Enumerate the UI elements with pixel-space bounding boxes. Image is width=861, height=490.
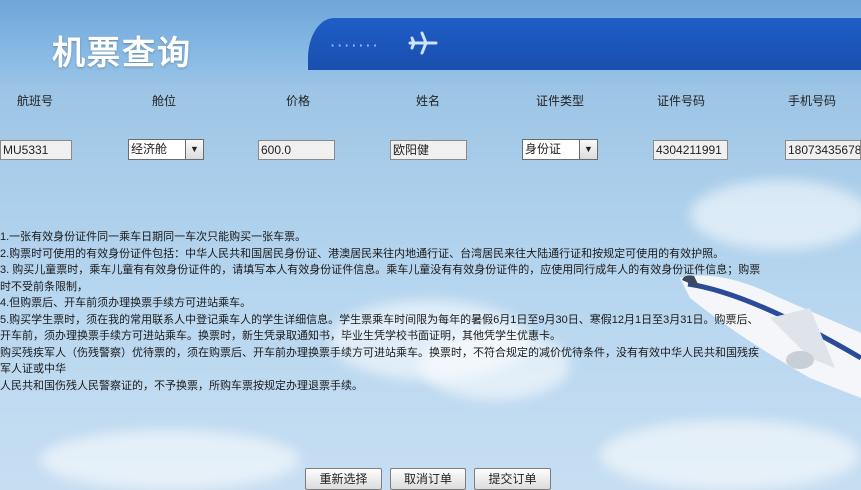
submit-order-button[interactable]: 提交订单 [474,468,551,490]
note-line: 4.但购票后、开车前须办理换票手续方可进站乘车。 [0,297,252,309]
note-line: 人民共和国伤残人民警察证的，不予换票，所购车票按规定办理退票手续。 [0,379,363,392]
banner-dots: ······· [330,36,380,55]
price-field[interactable]: 600.0 [258,140,335,160]
note-line: 时不受前条限制， [0,280,88,293]
note-line: 3. 购买儿童票时，乘车儿童有有效身份证件的，请填写本人有效身份证件信息。乘车儿… [0,264,761,276]
note-line: 购买残疾军人（伤残警察）优待票的，须在购票后、开车前办理换票手续方可进站乘车。换… [0,346,759,359]
col-header-cabin: 舱位 [151,94,176,108]
col-header-id-type: 证件类型 [535,94,584,108]
note-line: 2.购票时可使用的有效身份证件包括：中华人民共和国居民身份证、港澳居民来往内地通… [0,247,725,260]
name-field[interactable]: 欧阳健 [390,140,467,160]
flight-no-field[interactable]: MU5331 [0,140,72,160]
id-no-field[interactable]: 4304211991 [653,140,728,160]
note-line: 1.一张有效身份证件同一乘车日期同一车次只能购买一张车票。 [0,231,307,243]
col-header-phone: 手机号码 [787,94,836,108]
note-line: 5.购买学生票时，须在我的常用联系人中登记乘车人的学生详细信息。学生票乘车时间限… [0,313,759,326]
cabin-select-value: 经济舱 [131,142,168,156]
col-header-flight: 航班号 [16,94,53,108]
note-line: 军人证或中华 [0,363,66,375]
col-header-name: 姓名 [415,94,440,108]
page-title: 机票查询 [52,33,192,72]
cloud [40,430,300,490]
note-line: 开车前，须办理换票手续方可进站乘车。换票时，新生凭录取通知书，毕业生凭学校书面证… [0,330,561,342]
reset-button[interactable]: 重新选择 [305,468,382,490]
id-type-select-value: 身份证 [525,142,562,156]
notes-block: 1.一张有效身份证件同一乘车日期同一车次只能购买一张车票。 2.购票时可使用的有… [0,229,861,394]
cancel-order-button[interactable]: 取消订单 [390,468,466,490]
col-header-id-no: 证件号码 [656,94,705,108]
cloud [600,420,860,490]
phone-field[interactable]: 18073435678 [785,140,861,160]
cabin-select[interactable]: 经济舱 ▼ [128,139,204,160]
banner: ······· [308,18,861,70]
chevron-down-icon[interactable]: ▼ [185,140,203,159]
airplane-icon [408,31,438,55]
chevron-down-icon[interactable]: ▼ [579,140,597,159]
col-header-price: 价格 [285,94,310,108]
id-type-select[interactable]: 身份证 ▼ [522,139,598,160]
